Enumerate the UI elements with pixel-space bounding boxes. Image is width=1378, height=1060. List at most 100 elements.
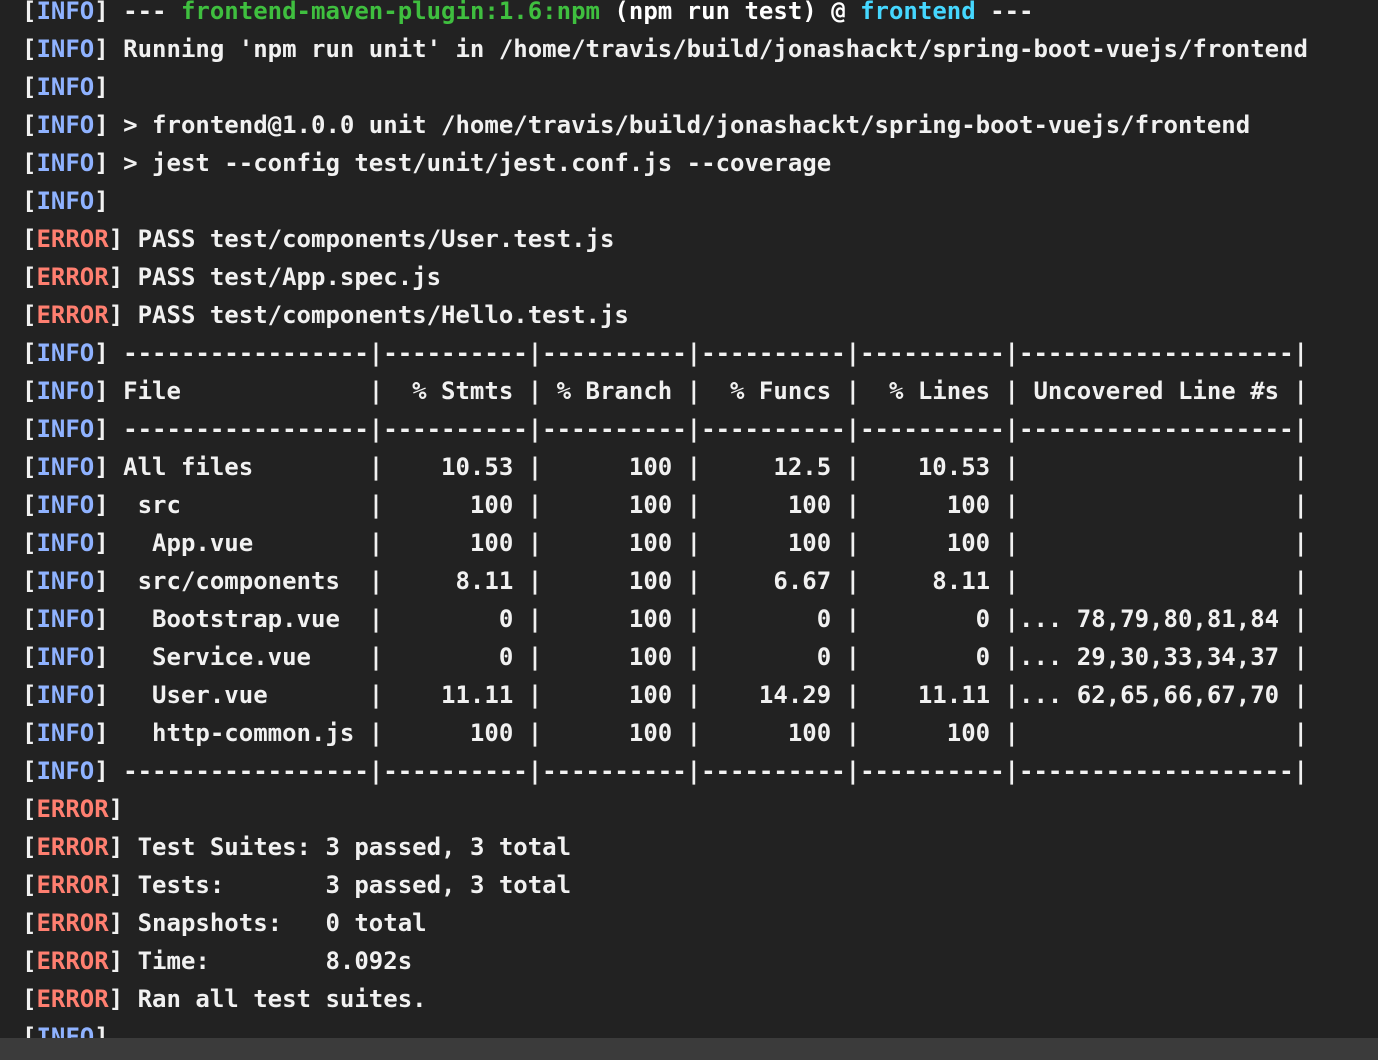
log-message-text: frontend bbox=[860, 0, 976, 25]
log-level-tag: INFO bbox=[36, 0, 95, 25]
bracket-open: [ bbox=[22, 73, 37, 101]
log-message-text: http-common.js | 100 | 100 | 100 | 100 |… bbox=[108, 719, 1308, 747]
bracket-close: ] bbox=[108, 795, 124, 823]
bracket-open: [ bbox=[22, 681, 37, 709]
bracket-close: ] bbox=[94, 605, 109, 633]
log-message-text: > jest --config test/unit/jest.conf.js -… bbox=[108, 149, 832, 177]
log-message-text: -----------------|----------|----------|… bbox=[108, 339, 1308, 367]
bracket-open: [ bbox=[22, 719, 37, 747]
bracket-open: [ bbox=[22, 567, 37, 595]
log-line: [INFO] -----------------|----------|----… bbox=[22, 410, 1308, 448]
log-message-text: --- bbox=[975, 0, 1034, 25]
log-line: [INFO] > frontend@1.0.0 unit /home/travi… bbox=[22, 106, 1250, 144]
bracket-close: ] bbox=[94, 643, 109, 671]
log-line: [ERROR] bbox=[22, 790, 123, 828]
bracket-open: [ bbox=[22, 225, 37, 253]
log-line: [INFO] All files | 10.53 | 100 | 12.5 | … bbox=[22, 448, 1308, 486]
log-line: [INFO] > jest --config test/unit/jest.co… bbox=[22, 144, 831, 182]
bracket-open: [ bbox=[22, 339, 37, 367]
bracket-open: [ bbox=[22, 263, 37, 291]
log-line: [INFO] App.vue | 100 | 100 | 100 | 100 |… bbox=[22, 524, 1308, 562]
log-message-text: Ran all test suites. bbox=[123, 985, 427, 1013]
log-level-tag: INFO bbox=[36, 149, 95, 177]
log-message-text: User.vue | 11.11 | 100 | 14.29 | 11.11 |… bbox=[108, 681, 1308, 709]
log-message-text: Test Suites: 3 passed, 3 total bbox=[123, 833, 572, 861]
bracket-open: [ bbox=[22, 529, 37, 557]
log-level-tag: INFO bbox=[36, 491, 95, 519]
log-line: [ERROR] Time: 8.092s bbox=[22, 942, 412, 980]
log-level-tag: INFO bbox=[36, 35, 95, 63]
bracket-close: ] bbox=[94, 719, 109, 747]
log-message-text: App.vue | 100 | 100 | 100 | 100 | | bbox=[108, 529, 1308, 557]
log-message-text: PASS test/components/Hello.test.js bbox=[123, 301, 629, 329]
bracket-close: ] bbox=[94, 73, 109, 101]
log-level-tag: INFO bbox=[36, 605, 95, 633]
log-message-text: Snapshots: 0 total bbox=[123, 909, 427, 937]
log-line: [INFO] Bootstrap.vue | 0 | 100 | 0 | 0 |… bbox=[22, 600, 1308, 638]
bracket-close: ] bbox=[108, 985, 124, 1013]
bracket-close: ] bbox=[108, 833, 124, 861]
log-level-tag: INFO bbox=[36, 339, 95, 367]
terminal-output[interactable]: [INFO] --- frontend-maven-plugin:1.6:npm… bbox=[0, 0, 1378, 1060]
log-message-text: Service.vue | 0 | 100 | 0 | 0 |... 29,30… bbox=[108, 643, 1308, 671]
log-message-text: Running 'npm run unit' in /home/travis/b… bbox=[108, 35, 1308, 63]
log-level-tag: INFO bbox=[36, 643, 95, 671]
log-line: [INFO] src | 100 | 100 | 100 | 100 | | bbox=[22, 486, 1308, 524]
log-level-tag: ERROR bbox=[36, 909, 109, 937]
bracket-open: [ bbox=[22, 605, 37, 633]
log-line: [INFO] bbox=[22, 68, 109, 106]
bracket-close: ] bbox=[108, 909, 124, 937]
bracket-close: ] bbox=[94, 187, 109, 215]
bracket-close: ] bbox=[108, 263, 124, 291]
log-level-tag: ERROR bbox=[36, 301, 109, 329]
log-level-tag: ERROR bbox=[36, 225, 109, 253]
log-level-tag: INFO bbox=[36, 567, 95, 595]
bracket-close: ] bbox=[94, 567, 109, 595]
log-level-tag: ERROR bbox=[36, 985, 109, 1013]
bracket-open: [ bbox=[22, 871, 37, 899]
log-level-tag: ERROR bbox=[36, 833, 109, 861]
bracket-close: ] bbox=[94, 111, 109, 139]
log-level-tag: ERROR bbox=[36, 263, 109, 291]
bracket-open: [ bbox=[22, 187, 37, 215]
log-level-tag: INFO bbox=[36, 187, 95, 215]
log-message-text: src | 100 | 100 | 100 | 100 | | bbox=[108, 491, 1308, 519]
log-line: [INFO] Running 'npm run unit' in /home/t… bbox=[22, 30, 1308, 68]
log-line: [ERROR] Tests: 3 passed, 3 total bbox=[22, 866, 571, 904]
log-line: [INFO] Service.vue | 0 | 100 | 0 | 0 |..… bbox=[22, 638, 1308, 676]
log-message-text: (npm run test) @ bbox=[599, 0, 861, 25]
log-level-tag: ERROR bbox=[36, 871, 109, 899]
log-message-text: -----------------|----------|----------|… bbox=[108, 757, 1308, 785]
log-message-text: > frontend@1.0.0 unit /home/travis/build… bbox=[108, 111, 1251, 139]
log-level-tag: INFO bbox=[36, 719, 95, 747]
log-line: [ERROR] PASS test/components/Hello.test.… bbox=[22, 296, 629, 334]
bracket-close: ] bbox=[108, 947, 124, 975]
bracket-close: ] bbox=[94, 377, 109, 405]
bracket-close: ] bbox=[94, 0, 109, 25]
log-line: [ERROR] PASS test/components/User.test.j… bbox=[22, 220, 614, 258]
log-message-text: File | % Stmts | % Branch | % Funcs | % … bbox=[108, 377, 1308, 405]
log-message-text: -----------------|----------|----------|… bbox=[108, 415, 1308, 443]
log-level-tag: INFO bbox=[36, 681, 95, 709]
log-level-tag: INFO bbox=[36, 453, 95, 481]
log-message-text: --- bbox=[108, 0, 181, 25]
log-line: [ERROR] Snapshots: 0 total bbox=[22, 904, 427, 942]
log-level-tag: INFO bbox=[36, 73, 95, 101]
log-line: [INFO] -----------------|----------|----… bbox=[22, 334, 1308, 372]
log-message-text: frontend-maven-plugin:1.6:npm bbox=[180, 0, 600, 25]
bracket-close: ] bbox=[94, 529, 109, 557]
log-line: [INFO] -----------------|----------|----… bbox=[22, 752, 1308, 790]
bracket-open: [ bbox=[22, 35, 37, 63]
bracket-close: ] bbox=[108, 871, 124, 899]
bracket-open: [ bbox=[22, 909, 37, 937]
bracket-close: ] bbox=[94, 681, 109, 709]
log-message-text: All files | 10.53 | 100 | 12.5 | 10.53 |… bbox=[108, 453, 1308, 481]
log-level-tag: INFO bbox=[36, 529, 95, 557]
bracket-close: ] bbox=[108, 225, 124, 253]
log-level-tag: INFO bbox=[36, 377, 95, 405]
bracket-open: [ bbox=[22, 757, 37, 785]
log-message-text: PASS test/components/User.test.js bbox=[123, 225, 615, 253]
bracket-open: [ bbox=[22, 453, 37, 481]
log-line: [ERROR] Test Suites: 3 passed, 3 total bbox=[22, 828, 571, 866]
bracket-open: [ bbox=[22, 985, 37, 1013]
